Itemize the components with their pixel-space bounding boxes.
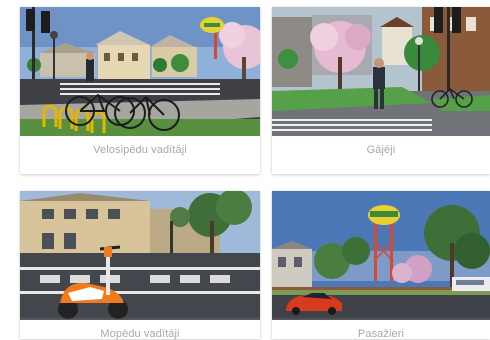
passengers-image[interactable] xyxy=(272,191,490,320)
card-label-pedestrians[interactable]: Gājēji xyxy=(272,144,490,156)
moped-riders-image[interactable] xyxy=(20,191,260,320)
category-card-cyclists[interactable]: Velosipēdu vadītāji xyxy=(20,7,260,174)
category-card-moped-riders[interactable]: Mopēdu vadītāji xyxy=(20,191,260,340)
cyclists-image[interactable] xyxy=(20,7,260,136)
card-label-moped-riders[interactable]: Mopēdu vadītāji xyxy=(20,328,260,340)
card-label-cyclists[interactable]: Velosipēdu vadītāji xyxy=(20,144,260,156)
card-label-passengers[interactable]: Pasažieri xyxy=(272,328,490,340)
category-card-pedestrians[interactable]: Gājēji xyxy=(272,7,490,174)
category-card-passengers[interactable]: Pasažieri xyxy=(272,191,490,340)
pedestrians-image[interactable] xyxy=(272,7,490,136)
